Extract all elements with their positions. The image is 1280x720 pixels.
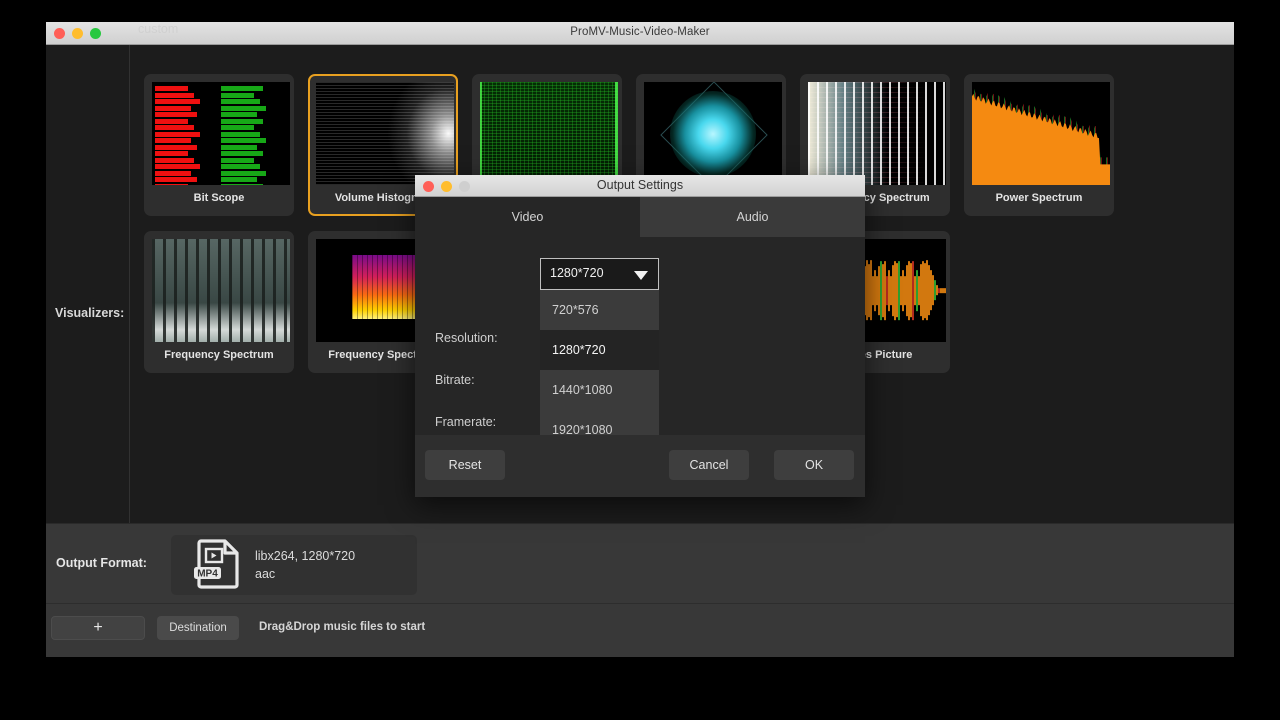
reset-button[interactable]: Reset (425, 450, 505, 480)
dialog-footer: Reset Cancel OK (415, 435, 865, 497)
tab-audio[interactable]: Audio (640, 197, 865, 237)
dialog-tabs: Video Audio (415, 197, 865, 237)
chevron-down-icon (634, 271, 648, 280)
resolution-selected-value: 1280*720 (550, 266, 604, 280)
visualizer-card[interactable]: Power Spectrum (964, 74, 1114, 216)
window-titlebar: ProMV-Music-Video-Maker (46, 22, 1234, 45)
bitrate-label: Bitrate: (435, 373, 475, 387)
output-format-label: Output Format: (56, 556, 147, 570)
resolution-option[interactable]: 1280*720 (540, 330, 659, 370)
resolution-option[interactable]: 720*576 (540, 290, 659, 330)
visualizer-preview-whitespikes (808, 82, 946, 185)
visualizer-thumbnail (480, 82, 618, 185)
output-format-row: Output Format: MP4 libx264, 1280*720 aac (46, 523, 1234, 604)
visualizer-preview-greenspec (480, 82, 618, 185)
output-format-card[interactable]: MP4 libx264, 1280*720 aac (171, 535, 417, 595)
output-format-audio-line: aac (255, 565, 355, 583)
visualizer-caption: Power Spectrum (966, 192, 1112, 204)
visualizer-thumbnail (808, 82, 946, 185)
visualizer-thumbnail (644, 82, 782, 185)
visualizer-caption: Bit Scope (146, 192, 292, 204)
resolution-option[interactable]: 1440*1080 (540, 370, 659, 410)
framerate-label: Framerate: (435, 415, 496, 429)
visualizer-thumbnail (152, 239, 290, 342)
visualizer-card[interactable]: Bit Scope (144, 74, 294, 216)
visualizers-label: Visualizers: (55, 306, 124, 320)
ok-button[interactable]: OK (774, 450, 854, 480)
visualizer-preview-volhist (316, 82, 454, 185)
window-title: ProMV-Music-Video-Maker (46, 26, 1234, 38)
mp4-file-icon: MP4 (191, 536, 245, 595)
add-files-button[interactable]: + (51, 616, 145, 640)
dialog-titlebar: Output Settings (415, 175, 865, 197)
drag-drop-hint: Drag&Drop music files to start (259, 621, 425, 633)
resolution-dropdown-menu[interactable]: 720*5761280*7201440*10801920*1080 (540, 290, 659, 450)
visualizer-preview-greyspec (152, 239, 290, 342)
visualizer-thumbnail (316, 82, 454, 185)
svg-text:MP4: MP4 (197, 568, 218, 579)
visualizer-card[interactable]: Frequency Spectrum (144, 231, 294, 373)
resolution-select[interactable]: 1280*720 (540, 258, 659, 290)
dialog-title: Output Settings (415, 178, 865, 192)
bottom-toolbar: + Destination Drag&Drop music files to s… (46, 603, 1234, 657)
visualizer-thumbnail (152, 82, 290, 185)
visualizer-preview-cyanblob (644, 82, 782, 185)
resolution-custom-option[interactable]: custom (138, 22, 178, 36)
visualizer-caption: Frequency Spectrum (146, 349, 292, 361)
visualizer-thumbnail (972, 82, 1110, 185)
tab-video[interactable]: Video (415, 197, 640, 237)
destination-button[interactable]: Destination (157, 616, 239, 640)
visualizers-label-column: Visualizers: (46, 45, 130, 523)
visualizer-preview-power (972, 82, 1110, 185)
output-format-text: libx264, 1280*720 aac (255, 547, 355, 583)
visualizer-preview-bitscope (152, 82, 290, 185)
output-format-video-line: libx264, 1280*720 (255, 547, 355, 565)
resolution-label: Resolution: (435, 331, 498, 345)
cancel-button[interactable]: Cancel (669, 450, 749, 480)
